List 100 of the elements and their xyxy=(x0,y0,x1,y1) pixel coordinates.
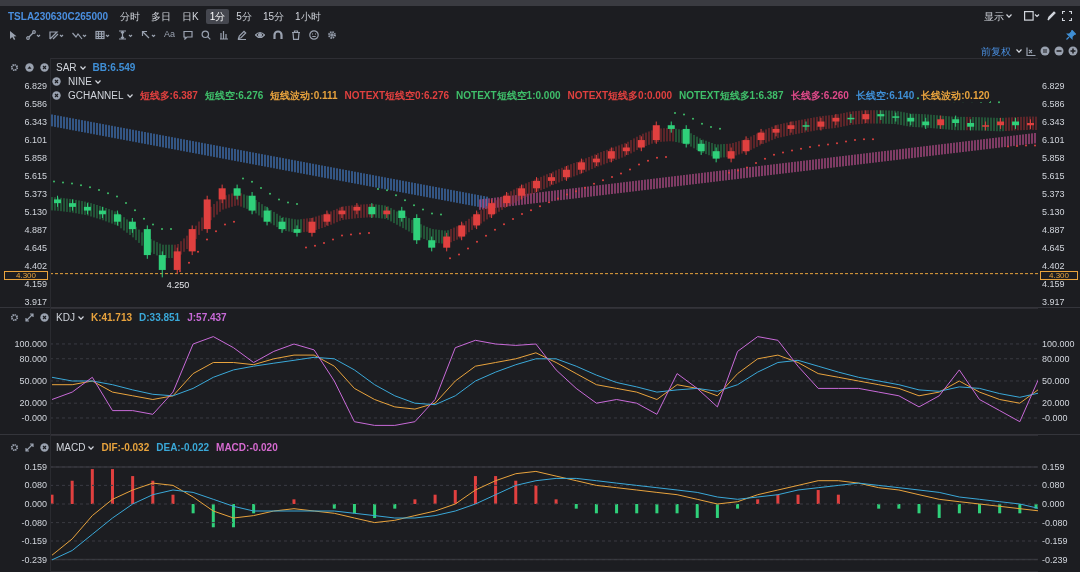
candle xyxy=(278,217,286,234)
indicator-value[interactable]: 短线空:6.276 xyxy=(204,89,264,102)
axis-label: 6.343 xyxy=(24,118,47,127)
indicator-value[interactable]: NOTEXT短线多1:6.387 xyxy=(679,89,784,102)
zoom-out-icon[interactable] xyxy=(1054,46,1064,56)
settings-icon[interactable] xyxy=(10,443,19,452)
indicator-value[interactable]: 短线多:6.387 xyxy=(139,89,198,102)
axis-label: 4.402 xyxy=(1042,262,1065,271)
indicator-value[interactable]: D:33.851 xyxy=(139,311,181,324)
channel-tool-icon[interactable] xyxy=(49,30,64,40)
axis-label: 5.130 xyxy=(24,208,47,217)
comment-icon[interactable] xyxy=(183,30,193,40)
indicator-value[interactable]: J:57.437 xyxy=(187,311,227,324)
indicator-name[interactable]: MACD xyxy=(56,440,95,455)
chevron-down-icon xyxy=(1016,49,1022,53)
indicator-value[interactable]: DIF:-0.032 xyxy=(101,441,150,454)
indicator-value[interactable]: 长线多:6.260 xyxy=(790,89,849,102)
settings-icon[interactable] xyxy=(10,313,19,322)
candle xyxy=(458,221,466,241)
axis-label: 6.829 xyxy=(24,81,47,90)
settings-icon[interactable] xyxy=(327,30,337,40)
settings-icon[interactable] xyxy=(10,63,19,72)
period-tab[interactable]: 5分 xyxy=(232,8,256,24)
period-tab[interactable]: 1分 xyxy=(205,8,230,24)
period-tab[interactable]: 多日 xyxy=(147,8,176,24)
chevron-down-icon xyxy=(126,93,133,98)
indicator-value[interactable]: 短线波动:0.111 xyxy=(270,89,338,102)
indicator-value[interactable]: DEA:-0.022 xyxy=(156,441,210,454)
indicator-name[interactable]: SAR xyxy=(56,60,86,75)
period-tab[interactable]: 日K xyxy=(178,8,203,24)
fullscreen-icon[interactable] xyxy=(1062,11,1072,21)
indicator-value[interactable]: MACD:-0.020 xyxy=(216,441,278,454)
trend-line-icon[interactable] xyxy=(26,30,41,40)
search-icon[interactable] xyxy=(201,30,211,40)
zoom-in-icon[interactable] xyxy=(1068,46,1078,56)
period-tab[interactable]: 15分 xyxy=(258,8,288,24)
zigzag-tool-icon[interactable] xyxy=(72,30,87,40)
candle xyxy=(413,213,421,245)
candle xyxy=(173,247,181,275)
axis-label: 4.645 xyxy=(1042,244,1065,253)
pencil-icon[interactable] xyxy=(237,30,247,40)
indicator-value[interactable]: NOTEXT短线空0:6.276 xyxy=(344,89,450,102)
indicator-value[interactable]: 长线空:6.140 xyxy=(855,89,915,102)
indicator-name[interactable]: NINE xyxy=(68,74,101,89)
magnet-icon[interactable] xyxy=(273,30,283,40)
candle xyxy=(757,128,765,145)
face-icon[interactable] xyxy=(309,30,319,40)
axis-label: 5.615 xyxy=(1042,172,1065,181)
candle xyxy=(353,202,361,215)
pin-icon[interactable] xyxy=(1066,30,1076,40)
indicator-value[interactable]: NOTEXT短线多0:0.000 xyxy=(567,89,672,102)
candle xyxy=(637,135,645,152)
remove-circle-icon[interactable] xyxy=(40,63,49,72)
trash-icon[interactable] xyxy=(291,30,301,40)
period-tab[interactable]: 分时 xyxy=(116,8,145,24)
adjustment-dropdown[interactable]: 前复权 xyxy=(981,43,1022,59)
candle xyxy=(98,206,106,219)
adjustment-label: 前复权 xyxy=(981,44,1011,59)
expand-icon[interactable] xyxy=(25,313,34,322)
candle xyxy=(967,118,975,131)
remove-circle-icon[interactable] xyxy=(52,91,61,100)
axis-label: 6.586 xyxy=(24,100,47,108)
axis-scale-icon[interactable] xyxy=(1026,46,1036,56)
collapse-circle-icon[interactable] xyxy=(25,63,34,72)
eye-icon[interactable] xyxy=(255,30,265,40)
axis-label: -0.159 xyxy=(21,537,47,545)
indicator-value[interactable]: K:41.713 xyxy=(90,311,133,324)
axis-label: 5.130 xyxy=(1042,208,1065,217)
indicator-value[interactable]: 长线波动:0.120 xyxy=(921,89,990,102)
axis-label: 6.829 xyxy=(1042,81,1065,90)
candle xyxy=(1027,118,1034,130)
axis-label: 80.000 xyxy=(1042,354,1070,363)
brush-icon[interactable] xyxy=(1046,11,1056,21)
square-dropdown-icon[interactable] xyxy=(1024,11,1040,21)
axis-label: -0.080 xyxy=(21,518,47,527)
remove-circle-icon[interactable] xyxy=(52,77,61,86)
candle xyxy=(982,121,990,131)
indicator-value[interactable]: BB:6.549 xyxy=(92,61,136,74)
candle xyxy=(787,121,795,134)
remove-circle-icon[interactable] xyxy=(40,313,49,322)
bar-chart-icon[interactable] xyxy=(219,30,229,40)
candle xyxy=(607,147,615,163)
indicator-name[interactable]: GCHANNEL xyxy=(68,88,133,103)
candle xyxy=(128,217,136,234)
cursor-icon[interactable] xyxy=(8,30,18,40)
arrow-tool-icon[interactable] xyxy=(141,30,156,40)
grid-tool-icon[interactable] xyxy=(95,30,110,40)
axis-label: 6.343 xyxy=(1042,118,1065,127)
indicator-value[interactable]: NOTEXT短线空1:0.000 xyxy=(456,89,561,102)
remove-circle-icon[interactable] xyxy=(40,443,49,452)
text-tool[interactable]: Aa xyxy=(164,28,175,42)
period-tab[interactable]: 1小时 xyxy=(291,8,325,24)
expand-icon[interactable] xyxy=(25,443,34,452)
chevron-down-icon xyxy=(77,315,84,320)
candle xyxy=(727,147,735,163)
candle xyxy=(233,184,241,200)
display-menu-button[interactable]: 显示 xyxy=(982,8,1014,24)
measure-tool-icon[interactable] xyxy=(118,30,133,40)
indicator-name[interactable]: KDJ xyxy=(56,310,84,325)
equal-circle-icon[interactable] xyxy=(1040,46,1050,56)
